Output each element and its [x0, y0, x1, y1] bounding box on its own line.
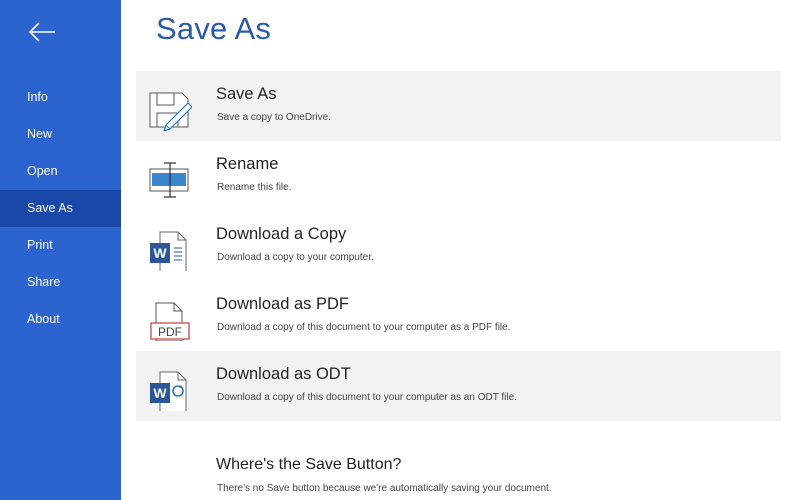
download-copy-option[interactable]: W Download a Copy Download a copy to you…: [136, 211, 781, 281]
odt-document-icon: W: [148, 361, 192, 417]
sidebar-item-info[interactable]: Info: [0, 79, 121, 116]
sidebar-item-open[interactable]: Open: [0, 153, 121, 190]
back-arrow-icon: [28, 22, 55, 42]
download-pdf-description: Download a copy of this document to your…: [217, 322, 511, 333]
download-odt-option[interactable]: W Download as ODT Download a copy of thi…: [136, 351, 781, 421]
sidebar-item-save-as[interactable]: Save As: [0, 190, 121, 227]
save-as-option[interactable]: Save As Save a copy to OneDrive.: [136, 71, 781, 141]
download-pdf-title: Download as PDF: [216, 295, 349, 313]
back-button[interactable]: [22, 14, 62, 50]
save-as-icon: [148, 81, 193, 132]
sidebar: Info New Open Save As Print Share About: [0, 0, 121, 500]
download-copy-description: Download a copy to your computer.: [217, 252, 374, 263]
sidebar-item-about[interactable]: About: [0, 301, 121, 338]
save-help-title: Where's the Save Button?: [216, 456, 402, 473]
download-pdf-option[interactable]: PDF Download as PDF Download a copy of t…: [136, 281, 781, 351]
sidebar-item-new[interactable]: New: [0, 116, 121, 153]
save-as-title: Save As: [216, 85, 277, 103]
sidebar-nav: Info New Open Save As Print Share About: [0, 79, 121, 338]
rename-title: Rename: [216, 155, 279, 173]
rename-icon: [148, 151, 192, 201]
svg-text:PDF: PDF: [158, 325, 182, 339]
pdf-document-icon: PDF: [148, 291, 192, 342]
rename-description: Rename this file.: [217, 182, 292, 193]
sidebar-item-share[interactable]: Share: [0, 264, 121, 301]
download-copy-title: Download a Copy: [216, 225, 347, 243]
rename-option[interactable]: Rename Rename this file.: [136, 141, 781, 211]
save-help-description: There's no Save button because we're aut…: [217, 483, 552, 494]
main-panel: Save As Save As Save a copy to OneDrive.…: [121, 0, 800, 500]
svg-text:W: W: [153, 385, 167, 401]
page-title: Save As: [156, 11, 272, 46]
svg-text:W: W: [153, 245, 167, 261]
word-document-icon: W: [148, 221, 192, 277]
sidebar-item-print[interactable]: Print: [0, 227, 121, 264]
download-odt-title: Download as ODT: [216, 365, 351, 383]
download-odt-description: Download a copy of this document to your…: [217, 392, 517, 403]
save-as-description: Save a copy to OneDrive.: [217, 112, 331, 123]
